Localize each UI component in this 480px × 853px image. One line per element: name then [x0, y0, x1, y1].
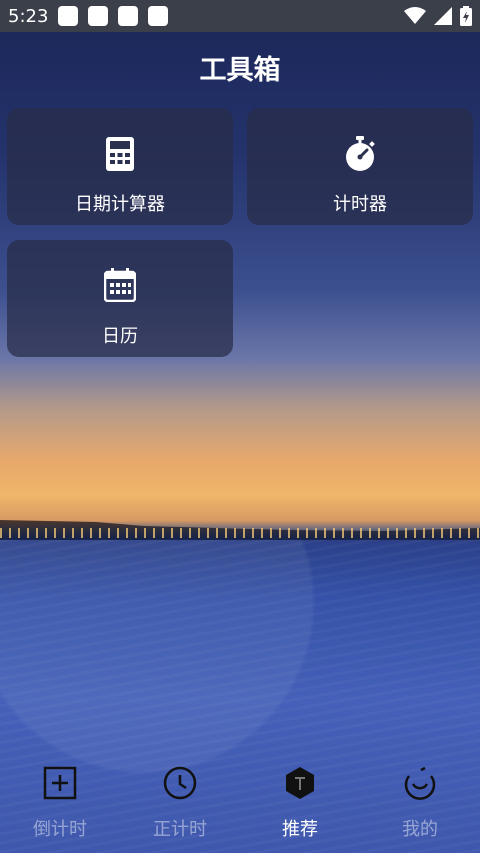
- notification-icon: [88, 6, 109, 26]
- notification-icon: [148, 6, 169, 26]
- tool-card-label: 日期计算器: [75, 194, 165, 215]
- tab-label: 我的: [402, 819, 438, 840]
- tab-recommend[interactable]: 推荐: [240, 765, 360, 845]
- page-title: 工具箱: [199, 55, 281, 86]
- calculator-icon: [105, 136, 135, 176]
- tool-card-calendar[interactable]: 日历: [7, 240, 233, 357]
- city-lights: [0, 528, 480, 538]
- tab-label: 正计时: [153, 819, 207, 840]
- status-time: 5:23: [8, 5, 49, 27]
- add-box-icon: [0, 765, 120, 801]
- tool-card-date-calculator[interactable]: 日期计算器: [7, 108, 233, 225]
- bottom-tab-bar: 倒计时 正计时 推荐 我的: [0, 753, 480, 853]
- tab-mine[interactable]: 我的: [360, 765, 480, 845]
- tool-card-timer[interactable]: 计时器: [247, 108, 473, 225]
- signal-icon: [434, 7, 452, 25]
- calendar-icon: [103, 268, 137, 306]
- tab-count-up[interactable]: 正计时: [120, 765, 240, 845]
- battery-icon: [460, 6, 472, 26]
- wifi-icon: [404, 7, 426, 24]
- stopwatch-icon: [343, 136, 377, 176]
- tab-label: 倒计时: [33, 819, 87, 840]
- tab-label: 推荐: [282, 819, 318, 840]
- hexagon-t-icon: [240, 765, 360, 801]
- clock-icon: [120, 765, 240, 801]
- profile-icon: [360, 765, 480, 801]
- notification-icon: [118, 6, 139, 26]
- tool-card-label: 计时器: [333, 194, 387, 215]
- tool-card-label: 日历: [102, 326, 138, 347]
- tab-countdown[interactable]: 倒计时: [0, 765, 120, 845]
- notification-icon: [58, 6, 79, 26]
- status-bar: 5:23: [0, 0, 480, 32]
